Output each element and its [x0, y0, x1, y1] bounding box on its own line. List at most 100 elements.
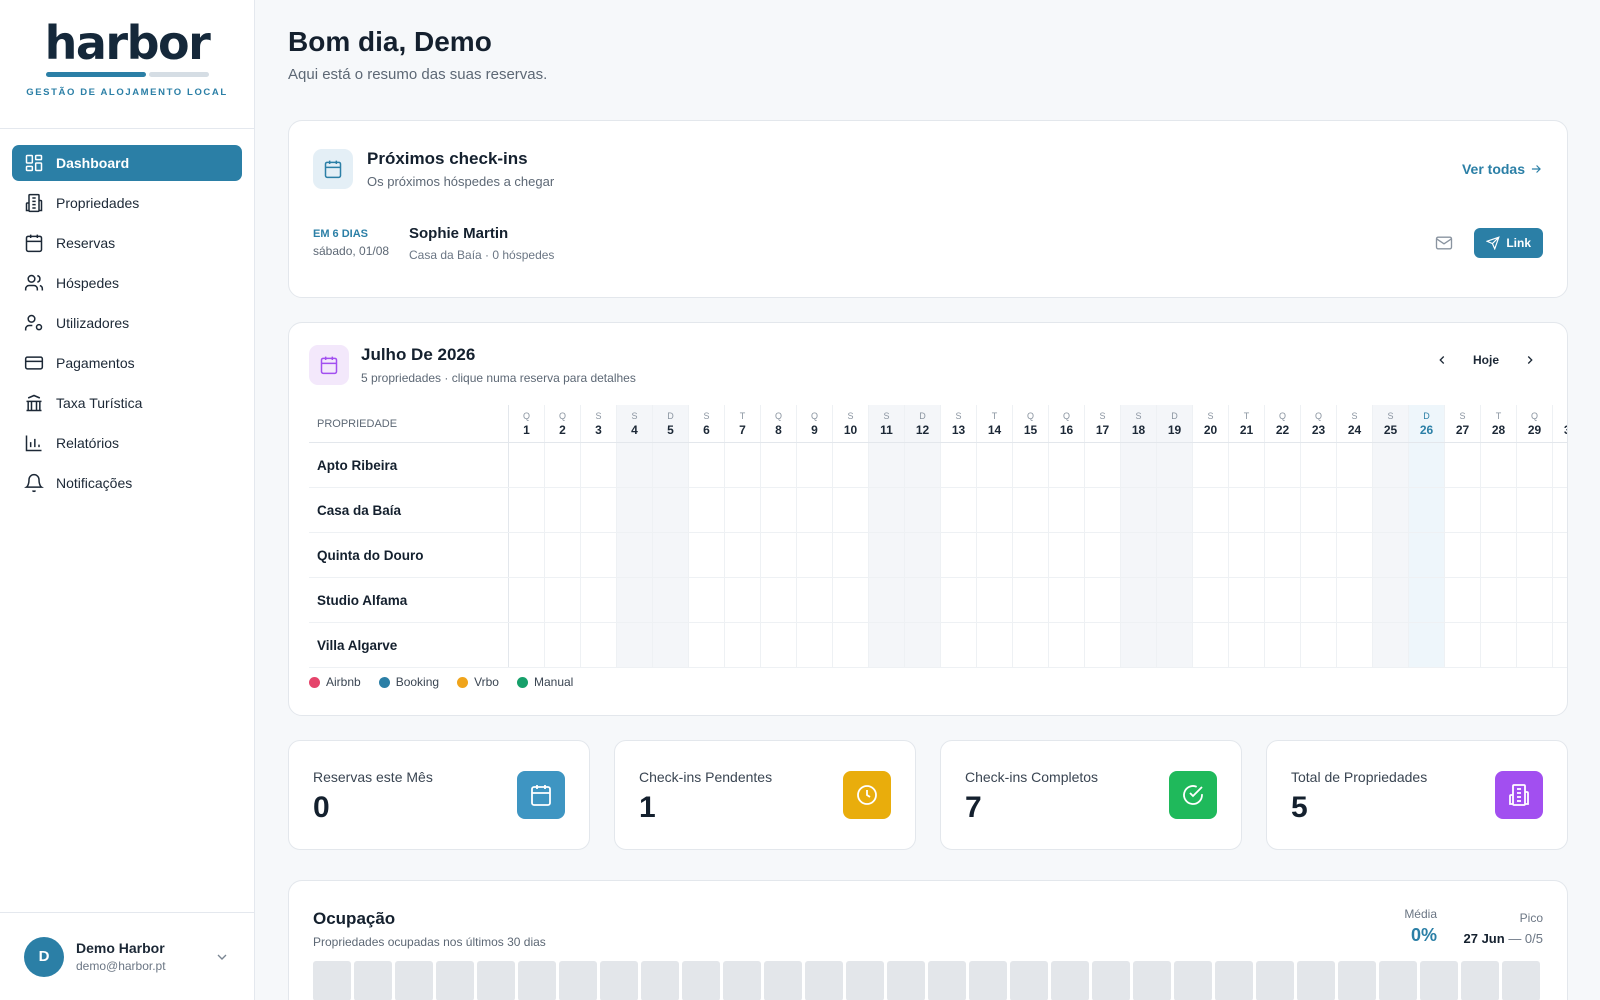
calendar-cell[interactable]: [1373, 443, 1409, 487]
calendar-cell[interactable]: [1049, 578, 1085, 622]
calendar-cell[interactable]: [1337, 443, 1373, 487]
occupancy-day-bar[interactable]: [723, 961, 761, 1000]
calendar-cell[interactable]: [581, 578, 617, 622]
calendar-cell[interactable]: [653, 488, 689, 532]
calendar-cell[interactable]: [941, 578, 977, 622]
sidebar-item-propriedades[interactable]: Propriedades: [12, 185, 242, 221]
calendar-cell[interactable]: [941, 623, 977, 667]
calendar-cell[interactable]: [1229, 533, 1265, 577]
calendar-cell[interactable]: [1013, 488, 1049, 532]
calendar-cell[interactable]: [761, 443, 797, 487]
sidebar-item-reservas[interactable]: Reservas: [12, 225, 242, 261]
calendar-cell[interactable]: [1265, 578, 1301, 622]
occupancy-day-bar[interactable]: [1461, 961, 1499, 1000]
calendar-cell[interactable]: [1229, 578, 1265, 622]
property-name[interactable]: Quinta do Douro: [309, 533, 509, 577]
calendar-cell[interactable]: [977, 533, 1013, 577]
calendar-cell[interactable]: [1337, 578, 1373, 622]
calendar-cell[interactable]: [1265, 533, 1301, 577]
property-name[interactable]: Casa da Baía: [309, 488, 509, 532]
calendar-cell[interactable]: [1517, 443, 1553, 487]
occupancy-day-bar[interactable]: [559, 961, 597, 1000]
chevron-down-icon[interactable]: [214, 949, 230, 965]
calendar-cell[interactable]: [1193, 443, 1229, 487]
occupancy-day-bar[interactable]: [600, 961, 638, 1000]
calendar-cell[interactable]: [833, 623, 869, 667]
calendar-cell[interactable]: [1553, 443, 1567, 487]
calendar-cell[interactable]: [797, 443, 833, 487]
occupancy-day-bar[interactable]: [1338, 961, 1376, 1000]
calendar-cell[interactable]: [1229, 488, 1265, 532]
calendar-cell[interactable]: [977, 623, 1013, 667]
calendar-cell[interactable]: [797, 578, 833, 622]
calendar-cell[interactable]: [1265, 488, 1301, 532]
calendar-cell[interactable]: [1193, 623, 1229, 667]
calendar-cell[interactable]: [797, 533, 833, 577]
calendar-cell[interactable]: [1445, 623, 1481, 667]
calendar-cell[interactable]: [725, 533, 761, 577]
calendar-cell[interactable]: [1373, 533, 1409, 577]
sidebar-item-notificacoes[interactable]: Notificações: [12, 465, 242, 501]
calendar-cell[interactable]: [509, 578, 545, 622]
occupancy-day-bar[interactable]: [1010, 961, 1048, 1000]
calendar-cell[interactable]: [689, 623, 725, 667]
calendar-cell[interactable]: [689, 488, 725, 532]
calendar-cell[interactable]: [905, 578, 941, 622]
calendar-cell[interactable]: [833, 488, 869, 532]
chevron-right-icon[interactable]: [1523, 353, 1537, 367]
calendar-cell[interactable]: [545, 578, 581, 622]
calendar-cell[interactable]: [869, 533, 905, 577]
calendar-cell[interactable]: [869, 488, 905, 532]
calendar-cell[interactable]: [1409, 578, 1445, 622]
occupancy-day-bar[interactable]: [1174, 961, 1212, 1000]
calendar-cell[interactable]: [1301, 443, 1337, 487]
calendar-cell[interactable]: [617, 488, 653, 532]
calendar-cell[interactable]: [761, 623, 797, 667]
occupancy-day-bar[interactable]: [846, 961, 884, 1000]
calendar-cell[interactable]: [1517, 578, 1553, 622]
calendar-cell[interactable]: [1193, 578, 1229, 622]
calendar-cell[interactable]: [1301, 623, 1337, 667]
occupancy-day-bar[interactable]: [395, 961, 433, 1000]
calendar-cell[interactable]: [977, 578, 1013, 622]
calendar-cell[interactable]: [653, 533, 689, 577]
calendar-cell[interactable]: [1193, 533, 1229, 577]
calendar-cell[interactable]: [905, 488, 941, 532]
occupancy-day-bar[interactable]: [805, 961, 843, 1000]
chevron-left-icon[interactable]: [1435, 353, 1449, 367]
calendar-cell[interactable]: [1157, 578, 1193, 622]
calendar-cell[interactable]: [797, 488, 833, 532]
calendar-cell[interactable]: [1229, 623, 1265, 667]
occupancy-day-bar[interactable]: [641, 961, 679, 1000]
calendar-cell[interactable]: [1013, 533, 1049, 577]
see-all-link[interactable]: Ver todas: [1462, 161, 1543, 177]
calendar-cell[interactable]: [581, 488, 617, 532]
calendar-cell[interactable]: [617, 533, 653, 577]
property-name[interactable]: Studio Alfama: [309, 578, 509, 622]
calendar-cell[interactable]: [1049, 488, 1085, 532]
calendar-cell[interactable]: [1481, 578, 1517, 622]
occupancy-day-bar[interactable]: [1379, 961, 1417, 1000]
calendar-cell[interactable]: [1409, 443, 1445, 487]
calendar-cell[interactable]: [1337, 533, 1373, 577]
occupancy-day-bar[interactable]: [764, 961, 802, 1000]
calendar-cell[interactable]: [653, 443, 689, 487]
calendar-cell[interactable]: [977, 488, 1013, 532]
calendar-cell[interactable]: [1445, 578, 1481, 622]
calendar-cell[interactable]: [689, 443, 725, 487]
calendar-cell[interactable]: [1445, 488, 1481, 532]
calendar-cell[interactable]: [1157, 623, 1193, 667]
calendar-cell[interactable]: [941, 443, 977, 487]
calendar-cell[interactable]: [545, 443, 581, 487]
calendar-cell[interactable]: [1337, 488, 1373, 532]
occupancy-day-bar[interactable]: [1051, 961, 1089, 1000]
calendar-cell[interactable]: [725, 488, 761, 532]
calendar-cell[interactable]: [761, 488, 797, 532]
calendar-cell[interactable]: [545, 488, 581, 532]
calendar-cell[interactable]: [905, 533, 941, 577]
calendar-cell[interactable]: [1301, 488, 1337, 532]
calendar-cell[interactable]: [725, 623, 761, 667]
calendar-cell[interactable]: [509, 623, 545, 667]
calendar-cell[interactable]: [617, 578, 653, 622]
calendar-cell[interactable]: [833, 443, 869, 487]
